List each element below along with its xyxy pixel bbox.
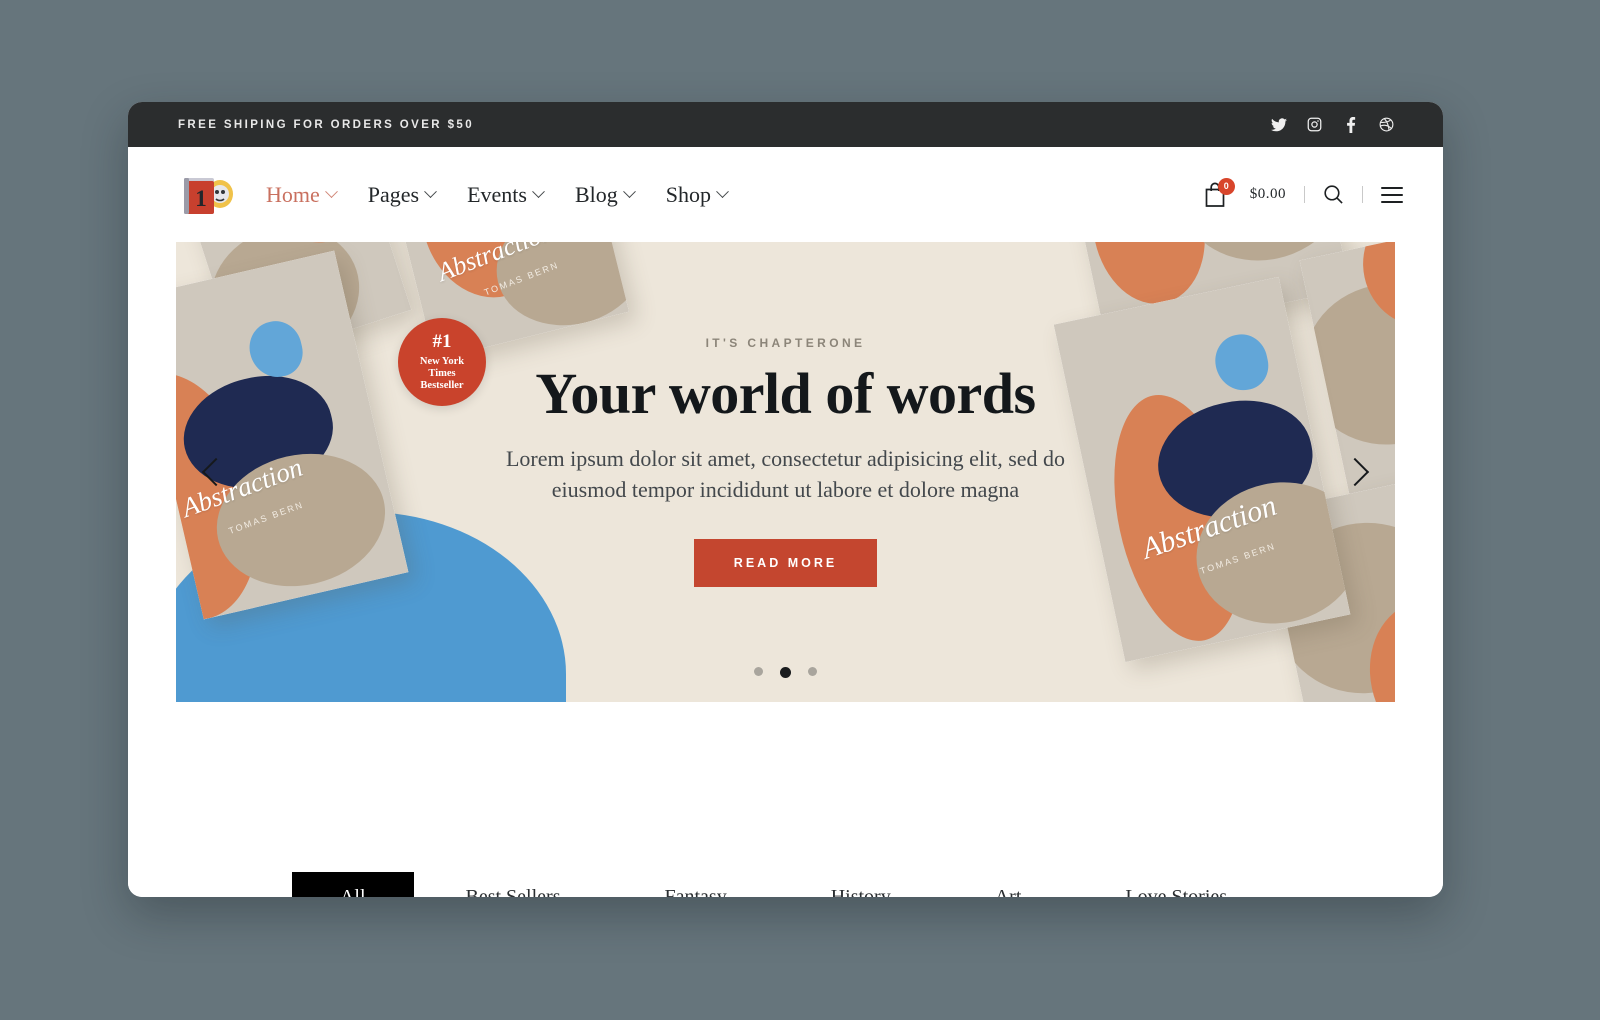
cart-count-badge: 0 bbox=[1217, 177, 1235, 195]
twitter-icon[interactable] bbox=[1270, 116, 1287, 133]
main-navigation: Home Pages Events Blog Shop bbox=[266, 181, 729, 208]
chevron-down-icon bbox=[622, 185, 636, 199]
filter-tab-all[interactable]: All bbox=[291, 872, 414, 897]
nav-label-blog: Blog bbox=[574, 181, 618, 207]
header-actions: 0 $0.00 bbox=[1204, 177, 1403, 208]
filter-tab-history[interactable]: History bbox=[801, 872, 921, 897]
announcement-bar: FREE SHIPING FOR ORDERS OVER $50 bbox=[128, 102, 1443, 147]
hero-eyebrow: IT'S CHAPTERONE bbox=[705, 336, 866, 350]
cart-button[interactable]: 0 bbox=[1204, 177, 1235, 208]
slider-dot-3[interactable] bbox=[808, 667, 817, 676]
nav-item-pages[interactable]: Pages bbox=[367, 181, 437, 208]
read-more-button[interactable]: READ MORE bbox=[693, 539, 878, 588]
hero-title: Your world of words bbox=[535, 361, 1036, 426]
header-divider-2 bbox=[1362, 186, 1363, 203]
filter-tab-best-sellers[interactable]: Best Sellers bbox=[436, 872, 591, 897]
slider-prev-arrow[interactable] bbox=[198, 445, 234, 499]
category-filter-tabs: All Best Sellers Fantasy History Art Lov… bbox=[291, 872, 1279, 897]
chevron-down-icon bbox=[532, 185, 545, 199]
hamburger-menu-icon[interactable] bbox=[1381, 186, 1403, 203]
announcement-text: FREE SHIPING FOR ORDERS OVER $50 bbox=[178, 118, 474, 131]
slider-next-arrow[interactable] bbox=[1337, 445, 1373, 499]
nav-label-home: Home bbox=[266, 181, 320, 207]
nav-label-shop: Shop bbox=[665, 181, 712, 207]
nav-label-events: Events bbox=[467, 181, 527, 207]
chevron-down-icon bbox=[424, 185, 437, 199]
browser-page: FREE SHIPING FOR ORDERS OVER $50 1 Home … bbox=[128, 102, 1443, 897]
nav-label-pages: Pages bbox=[367, 181, 420, 207]
slider-dot-1[interactable] bbox=[754, 667, 763, 676]
facebook-icon[interactable] bbox=[1342, 116, 1359, 133]
instagram-icon[interactable] bbox=[1306, 116, 1323, 133]
chevron-down-icon bbox=[324, 185, 338, 199]
svg-text:1: 1 bbox=[195, 186, 207, 211]
slider-dot-2[interactable] bbox=[780, 667, 791, 678]
product-filter-section: All Best Sellers Fantasy History Art Lov… bbox=[128, 702, 1443, 897]
filter-tab-art[interactable]: Art bbox=[965, 872, 1052, 897]
header-divider bbox=[1304, 186, 1305, 203]
slider-pagination bbox=[176, 667, 1395, 678]
nav-item-events[interactable]: Events bbox=[467, 181, 545, 208]
cart-total: $0.00 bbox=[1249, 186, 1286, 202]
nav-item-blog[interactable]: Blog bbox=[574, 181, 636, 208]
hero-content: IT'S CHAPTERONE Your world of words Lore… bbox=[176, 242, 1395, 702]
filter-tab-love-stories[interactable]: Love Stories bbox=[1095, 872, 1257, 897]
search-icon[interactable] bbox=[1323, 184, 1344, 205]
site-header: 1 Home Pages Events Blog Shop 0 $0.00 bbox=[128, 147, 1443, 242]
site-logo[interactable]: 1 bbox=[176, 170, 240, 220]
social-links bbox=[1270, 116, 1395, 133]
chevron-down-icon bbox=[716, 185, 729, 199]
nav-item-shop[interactable]: Shop bbox=[665, 181, 729, 208]
nav-item-home[interactable]: Home bbox=[266, 181, 338, 208]
hero-slider: Abstraction TOMAS BERN Abstraction TOMAS… bbox=[176, 242, 1395, 702]
filter-tab-fantasy[interactable]: Fantasy bbox=[635, 872, 757, 897]
dribbble-icon[interactable] bbox=[1378, 116, 1395, 133]
hero-subtitle: Lorem ipsum dolor sit amet, consectetur … bbox=[505, 446, 1066, 503]
